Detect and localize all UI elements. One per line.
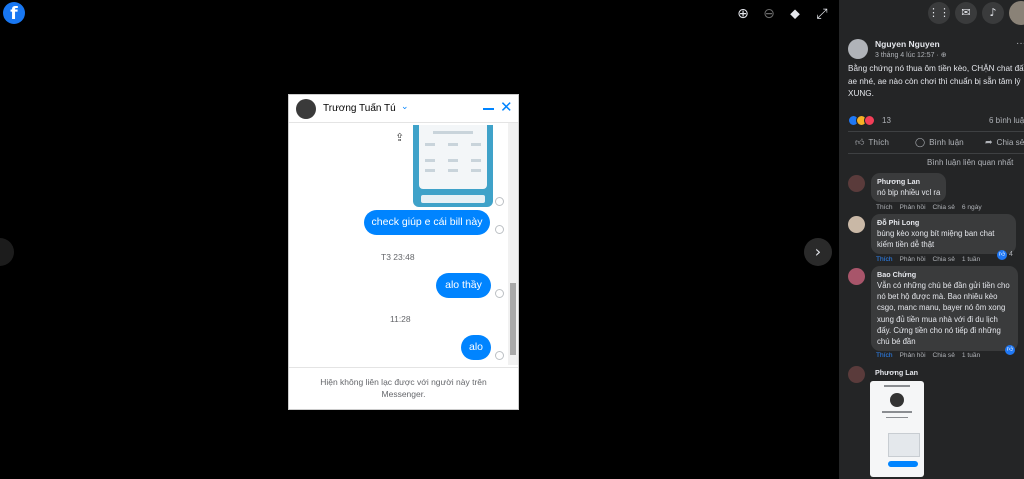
comment-like-button[interactable]: Thích: [876, 204, 893, 211]
like-badge-icon: 👍︎: [1005, 345, 1015, 355]
attachment-button: [421, 195, 485, 203]
comment-text: Vẫn có những chú bé đần gửi tiền cho nó …: [877, 281, 1010, 347]
like-badge-icon: 👍︎: [997, 250, 1007, 260]
minimize-icon: [483, 108, 494, 110]
chat-timestamp: T3 23:48: [381, 252, 415, 262]
comment-bubble: Bao Chứng Vẫn có những chú bé đần gửi ti…: [871, 266, 1018, 352]
post-author[interactable]: Nguyen Nguyen: [875, 39, 940, 49]
seen-indicator-icon: [495, 289, 504, 298]
comment-share-button[interactable]: Chia sẻ: [933, 204, 955, 211]
comment-image-attachment[interactable]: [870, 381, 924, 477]
angry-reaction-icon: [864, 115, 875, 126]
chevron-down-icon: ⌄: [401, 101, 409, 111]
comment-share-button[interactable]: Chia sẻ: [933, 352, 955, 359]
message-bubble: alo: [461, 335, 491, 360]
photo-viewer: f ⊕ ⊖ ⬥ ⤢ › Trương Tuấn Tú ⌄ ✕ ⇪ check g…: [0, 0, 839, 479]
comment-reply-button[interactable]: Phản hồi: [900, 256, 926, 263]
menu-grid-icon[interactable]: ⋮⋮: [928, 2, 950, 24]
zoom-out-icon[interactable]: ⊖: [760, 5, 778, 23]
post-sidebar: ⋮⋮ ✉ ♪ Nguyen Nguyen 3 tháng 4 lúc 12:57…: [839, 0, 1024, 479]
comment-bubble: Phương Lan nó bịp nhiều vcl ra: [871, 173, 947, 203]
comment-author[interactable]: Bao Chứng: [877, 270, 1012, 279]
comment-sort-dropdown[interactable]: Bình luận liên quan nhất: [927, 158, 1013, 167]
more-options-icon[interactable]: ···: [1016, 38, 1024, 49]
chat-scrollbar: [508, 123, 518, 365]
chat-unavailable-notice: Hiện không liên lạc được với người này t…: [289, 367, 518, 409]
seen-indicator-icon: [495, 225, 504, 234]
share-button[interactable]: ➦ Chia sẻ: [985, 138, 1024, 148]
comment-actions: Thích Phản hồi Chia sẻ 6 ngày: [876, 204, 989, 211]
commenter-avatar[interactable]: [848, 175, 865, 192]
share-label: Chia sẻ: [996, 138, 1024, 147]
comment-like-button[interactable]: Thích: [876, 352, 893, 359]
thumb-message: [888, 461, 918, 467]
comment-reply-button[interactable]: Phản hồi: [900, 352, 926, 359]
post-text: Bằng chứng nó thua ôm tiền kèo, CHẶN cha…: [848, 64, 1024, 98]
comment-text: bùng kèo xong bít miệng ban chat kiếm ti…: [877, 229, 995, 250]
image-attachment: [413, 125, 493, 207]
post-timestamp[interactable]: 3 tháng 4 lúc 12:57 · ⊕: [875, 51, 947, 59]
scrollbar-thumb: [510, 283, 516, 355]
comment-author[interactable]: Phương Lan: [875, 368, 918, 377]
like-button[interactable]: 👍︎ Thích: [855, 138, 889, 148]
comment-share-button[interactable]: Chia sẻ: [933, 256, 955, 263]
thumb-text-line: [884, 385, 910, 387]
thumb-card: [888, 433, 920, 457]
comment-actions: Thích Phản hồi Chia sẻ 1 tuần: [876, 256, 987, 263]
zoom-in-icon[interactable]: ⊕: [734, 5, 752, 23]
next-photo-button[interactable]: ›: [804, 238, 832, 266]
thumb-avatar: [890, 393, 904, 407]
thumbs-up-icon: 👍︎: [855, 138, 865, 148]
commenter-avatar[interactable]: [848, 216, 865, 233]
previous-photo-button[interactable]: [0, 238, 14, 266]
comment-text: nó bịp nhiều vcl ra: [877, 188, 941, 197]
reaction-icons[interactable]: [848, 115, 876, 127]
message-bubble: check giúp e cái bill này: [364, 210, 490, 235]
seen-indicator-icon: [495, 351, 504, 360]
comment-reply-button[interactable]: Phản hồi: [900, 204, 926, 211]
comment-label: Bình luận: [929, 138, 964, 147]
share-icon: ➦: [985, 138, 993, 148]
comment-count[interactable]: 6 bình luận: [989, 116, 1024, 125]
close-icon: ✕: [500, 98, 513, 116]
messenger-chat-screenshot: Trương Tuấn Tú ⌄ ✕ ⇪ check giúp e cái bi: [288, 94, 519, 410]
seen-indicator-icon: [495, 197, 504, 206]
contact-name: Trương Tuấn Tú: [323, 103, 396, 114]
comment-author[interactable]: Đỗ Phi Long: [877, 218, 1010, 227]
comment-bubble: Đỗ Phi Long bùng kèo xong bít miệng ban …: [871, 214, 1016, 255]
fullscreen-icon[interactable]: ⤢: [813, 5, 831, 23]
thumb-text-line: [886, 417, 908, 418]
comment-time[interactable]: 6 ngày: [962, 204, 982, 211]
comment-button[interactable]: ◯ Bình luận: [915, 138, 964, 148]
message-bubble: alo thầy: [436, 273, 491, 298]
comment-icon: ◯: [915, 138, 926, 148]
chat-timestamp: 11:28: [390, 314, 411, 324]
thumb-text-line: [882, 411, 912, 413]
comment-actions: Thích Phản hồi Chia sẻ 1 tuần: [876, 352, 987, 359]
author-avatar[interactable]: [848, 39, 868, 59]
top-bar: ⋮⋮ ✉ ♪: [839, 0, 1024, 26]
account-avatar[interactable]: [1009, 1, 1024, 25]
divider: [848, 153, 1024, 154]
commenter-avatar[interactable]: [848, 366, 865, 383]
tag-icon[interactable]: ⬥: [786, 5, 804, 23]
facebook-logo-icon[interactable]: f: [3, 2, 25, 24]
comment-time[interactable]: 1 tuần: [962, 256, 980, 263]
share-icon: ⇪: [395, 131, 405, 144]
notifications-icon[interactable]: ♪: [982, 2, 1004, 24]
comment-time[interactable]: 1 tuần: [962, 352, 980, 359]
contact-avatar: [296, 99, 316, 119]
chat-header: Trương Tuấn Tú ⌄ ✕: [289, 95, 518, 123]
messenger-icon[interactable]: ✉: [955, 2, 977, 24]
attachment-content: [419, 125, 487, 189]
like-label: Thích: [868, 138, 889, 147]
commenter-avatar[interactable]: [848, 268, 865, 285]
reaction-count[interactable]: 13: [882, 116, 891, 125]
comment-author[interactable]: Phương Lan: [877, 177, 940, 186]
comment-like-button[interactable]: Thích: [876, 256, 893, 263]
comment-like-count[interactable]: 4: [1009, 251, 1013, 258]
divider: [848, 131, 1024, 132]
